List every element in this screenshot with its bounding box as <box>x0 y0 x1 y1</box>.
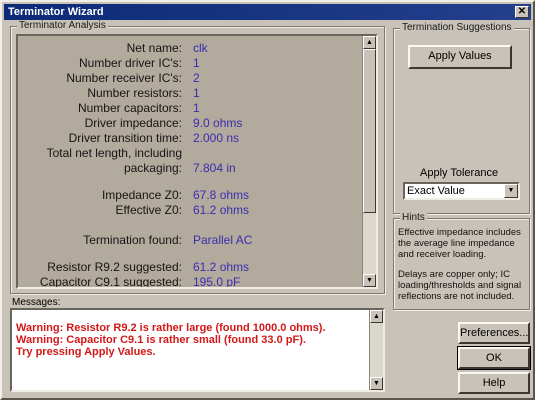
hint-text: Effective impedance includes the average… <box>398 227 521 260</box>
row-label: Net name: <box>126 41 182 55</box>
termination-suggestions-group: Termination Suggestions Apply Values App… <box>393 22 530 214</box>
message-line: Try pressing Apply Values. <box>16 346 156 358</box>
row-value: 67.8 ohms <box>193 188 250 202</box>
dropdown-button[interactable]: ▼ <box>504 184 518 198</box>
row-label: Driver transition time: <box>68 131 182 145</box>
messages-label: Messages: <box>12 297 61 308</box>
row-value: 1 <box>193 56 200 70</box>
row-value: 7.804 in <box>193 161 236 175</box>
tolerance-select[interactable]: Exact Value ▼ <box>403 182 520 200</box>
row-label: Number driver IC's: <box>79 56 182 70</box>
analysis-scrollbar[interactable]: ▲ ▼ <box>362 36 376 287</box>
row-label: Number capacitors: <box>77 101 182 115</box>
row-label: Number receiver IC's: <box>66 71 182 85</box>
messages-box[interactable]: Warning: Resistor R9.2 is rather large (… <box>10 308 385 392</box>
row-label: Termination found: <box>83 233 182 247</box>
row-label: Total net length, including <box>46 146 182 160</box>
message-line: Warning: Resistor R9.2 is rather large (… <box>16 322 326 334</box>
help-button[interactable]: Help <box>458 372 530 394</box>
terminator-wizard-window: Terminator Wizard ✕ Terminator Analysis … <box>0 0 535 400</box>
termination-suggestions-label: Termination Suggestions <box>400 22 514 33</box>
hints-label: Hints <box>400 212 427 223</box>
title-bar[interactable]: Terminator Wizard ✕ <box>4 4 531 20</box>
close-icon: ✕ <box>517 6 527 17</box>
row-value: 1 <box>193 101 200 115</box>
tolerance-selected-value: Exact Value <box>407 185 465 197</box>
row-value: 2 <box>193 71 200 85</box>
row-value: 1 <box>193 86 200 100</box>
window-title: Terminator Wizard <box>8 6 104 18</box>
analysis-list[interactable]: Net name: clk Number driver IC's: 1 Numb… <box>16 34 378 289</box>
row-label: Number resistors: <box>87 86 182 100</box>
chevron-down-icon: ▼ <box>507 187 515 194</box>
row-label: Resistor R9.2 suggested: <box>47 260 182 274</box>
hints-group: Hints Effective impedance includes the a… <box>393 212 530 310</box>
ok-button[interactable]: OK <box>457 346 531 370</box>
arrow-down-icon: ▼ <box>373 380 380 387</box>
row-value: 2.000 ns <box>193 131 240 145</box>
scroll-up-button[interactable]: ▲ <box>363 36 376 49</box>
preferences-button[interactable]: Preferences... <box>458 322 530 344</box>
row-value: 9.0 ohms <box>193 116 243 130</box>
scroll-thumb[interactable] <box>363 49 376 213</box>
arrow-up-icon: ▲ <box>373 313 380 320</box>
arrow-up-icon: ▲ <box>366 39 373 46</box>
row-label: packaging: <box>123 161 182 175</box>
row-label: Impedance Z0: <box>101 188 182 202</box>
row-value: clk <box>193 41 208 55</box>
apply-values-button[interactable]: Apply Values <box>408 45 512 69</box>
scroll-down-button[interactable]: ▼ <box>370 377 383 390</box>
row-label: Driver impedance: <box>84 116 182 130</box>
terminator-analysis-label: Terminator Analysis <box>17 20 108 31</box>
scroll-up-button[interactable]: ▲ <box>370 310 383 323</box>
message-line: Warning: Capacitor C9.1 is rather small … <box>16 334 306 346</box>
row-value: Parallel AC <box>193 233 253 247</box>
row-label: Effective Z0: <box>115 203 182 217</box>
terminator-analysis-group: Terminator Analysis Net name: clk Number… <box>10 20 385 294</box>
hint-text: Delays are copper only; IC loading/thres… <box>398 269 522 302</box>
close-button[interactable]: ✕ <box>515 6 529 18</box>
messages-scrollbar[interactable]: ▲ ▼ <box>369 310 383 390</box>
row-value: 61.2 ohms <box>193 203 250 217</box>
scroll-down-button[interactable]: ▼ <box>363 274 376 287</box>
row-value: 61.2 ohms <box>193 260 250 274</box>
apply-tolerance-label: Apply Tolerance <box>420 167 499 179</box>
row-value: 195.0 pF <box>193 275 241 289</box>
arrow-down-icon: ▼ <box>366 277 373 284</box>
row-label: Capacitor C9.1 suggested: <box>39 275 182 289</box>
